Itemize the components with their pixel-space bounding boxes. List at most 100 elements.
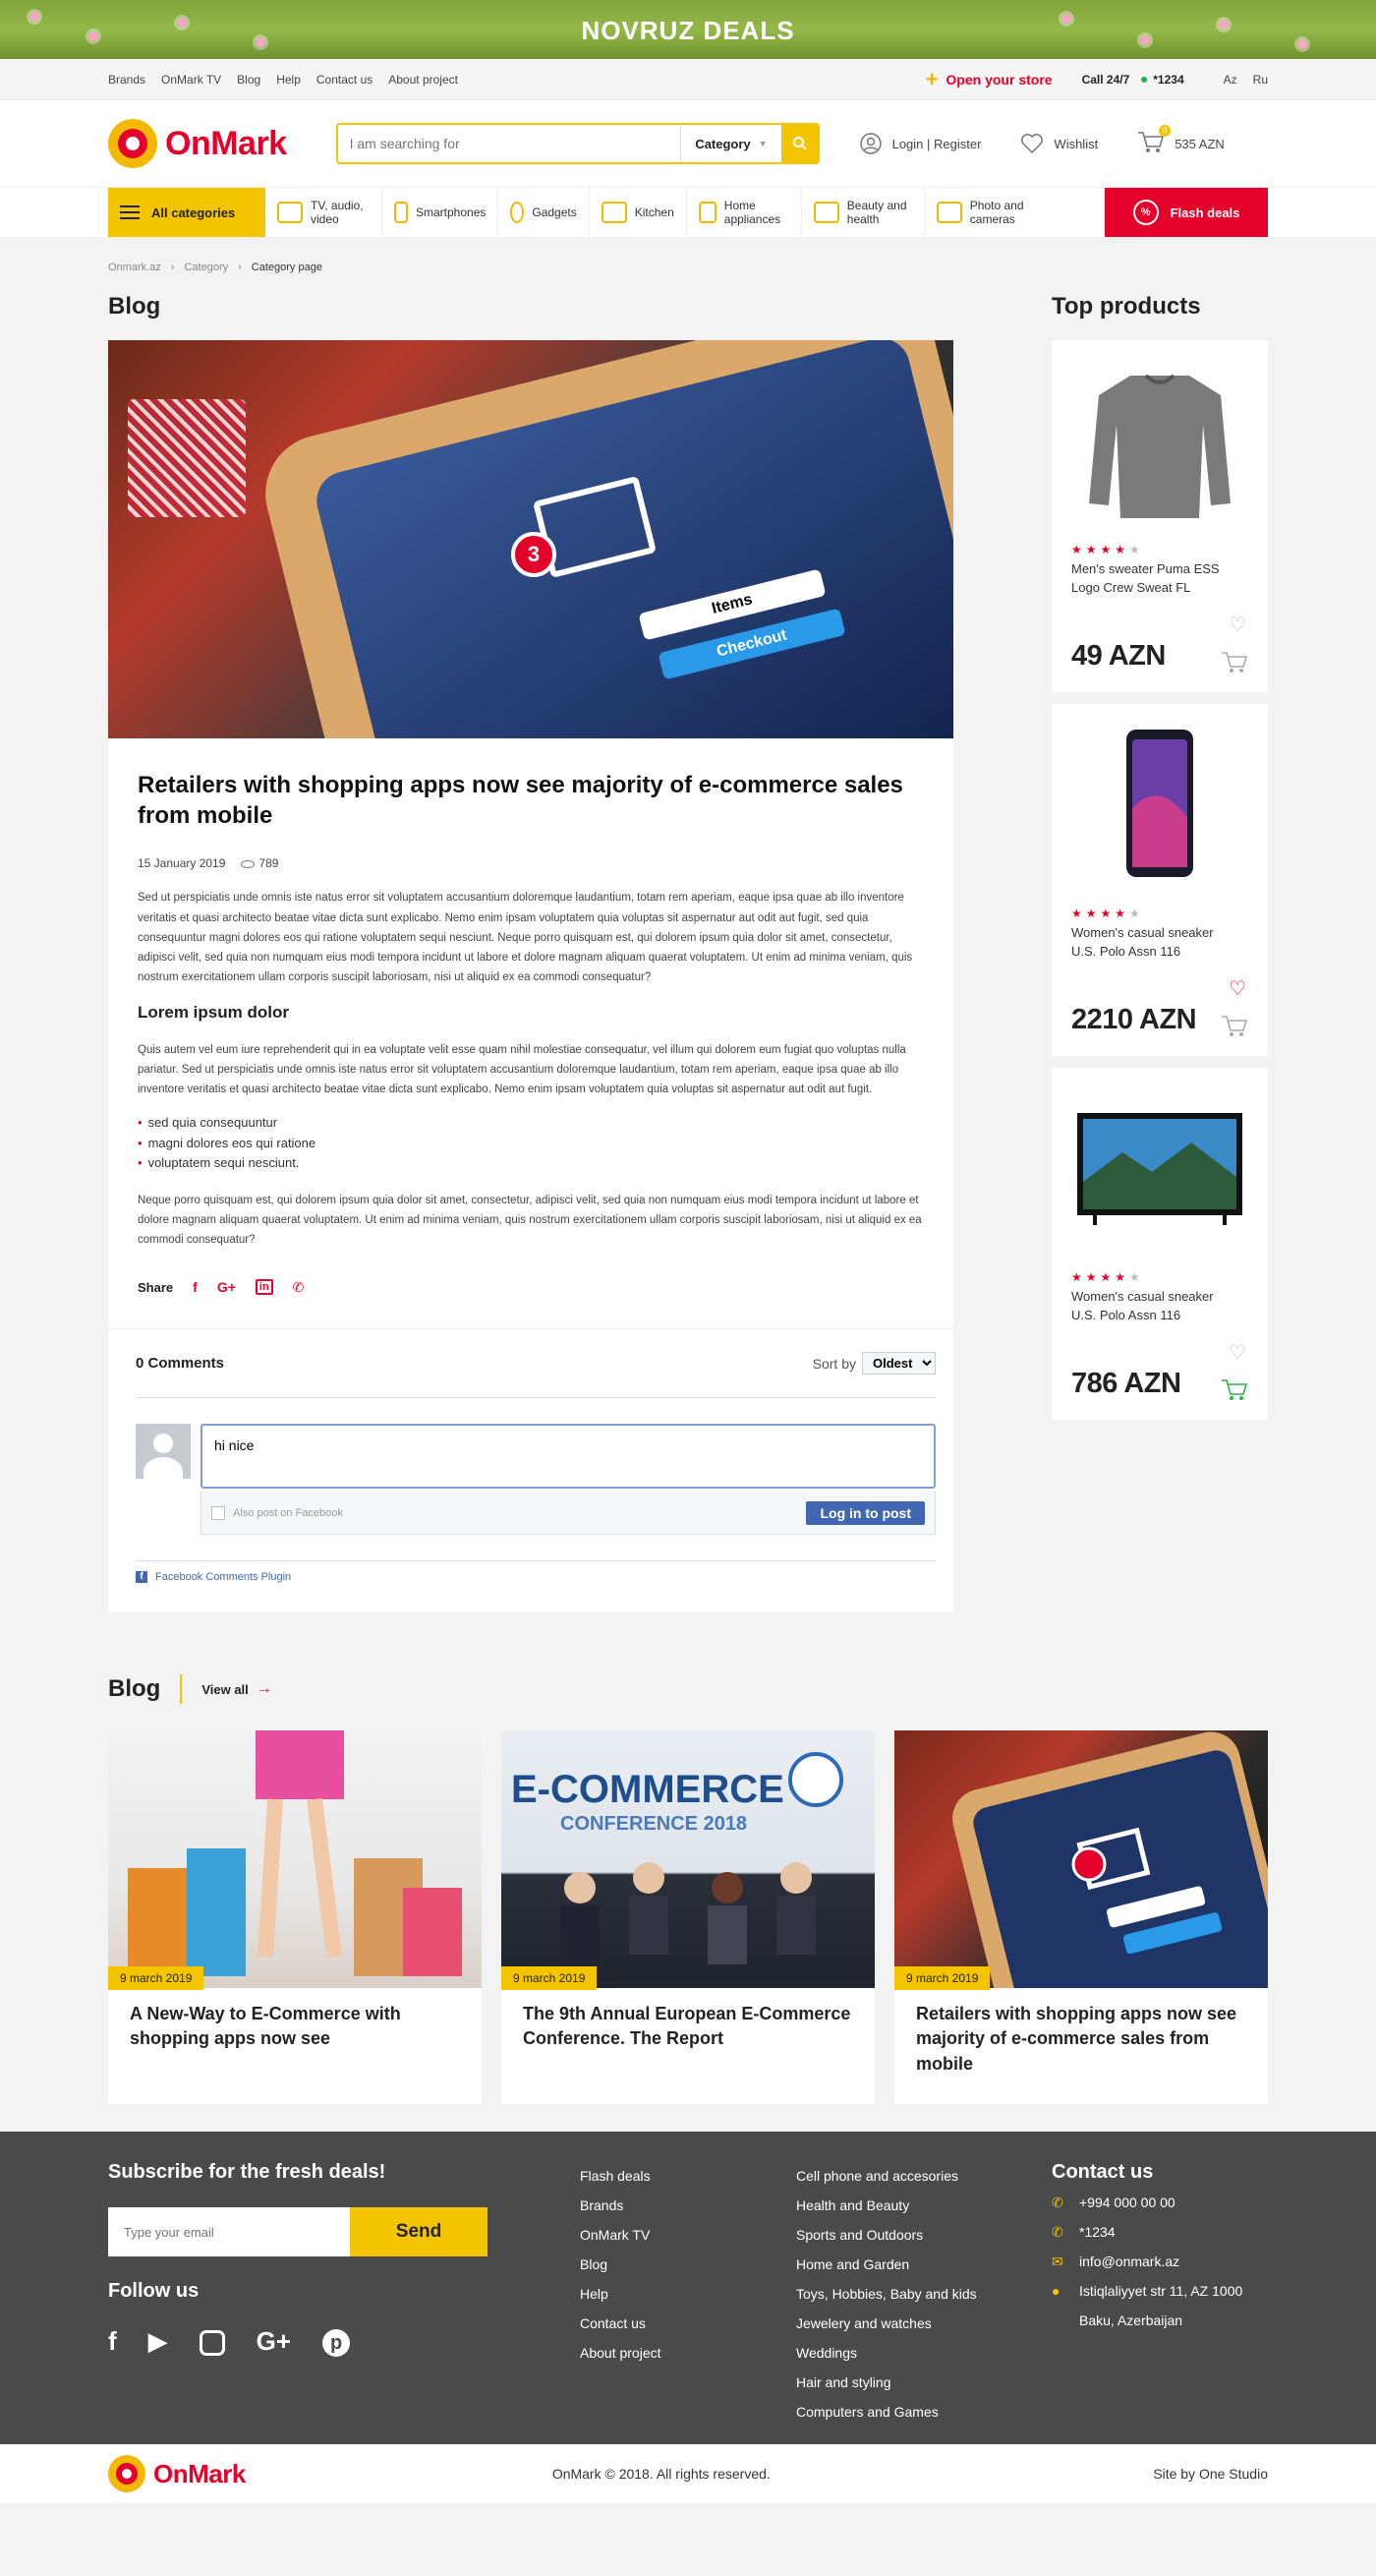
linkedin-icon[interactable]: in [255,1279,273,1296]
footer-logo[interactable]: OnMark [108,2455,246,2493]
open-store-link[interactable]: + Open your store [926,69,1053,90]
eye-icon [241,860,256,869]
footer-link[interactable]: Toys, Hobbies, Baby and kids [796,2279,1052,2309]
top-link-onmark-tv[interactable]: OnMark TV [161,73,221,87]
footer-link[interactable]: Hair and styling [796,2368,1052,2397]
blog-card[interactable]: E-COMMERCE CONFERENCE 2018 9 march 2019 … [501,1730,875,2105]
product-name[interactable]: Women's casual sneaker U.S. Polo Assn 11… [1071,924,1238,962]
top-link-blog[interactable]: Blog [237,73,260,87]
footer-link[interactable]: Computers and Games [796,2397,1052,2427]
footer-link[interactable]: Cell phone and accesories [796,2161,1052,2191]
view-all-link[interactable]: View all → [201,1680,271,1698]
comment-input[interactable]: hi nice [201,1424,936,1490]
top-products-column: Top products ★★★★★ Men's sweater Puma ES… [1052,293,1268,1612]
category-dropdown[interactable]: Category ▼ [680,125,780,162]
footer-link[interactable]: Help [580,2279,796,2309]
youtube-icon[interactable]: ▶ [148,2326,168,2357]
category-smartphones[interactable]: Smartphones [382,188,499,237]
footer-link[interactable]: Weddings [796,2338,1052,2368]
search-button[interactable] [780,125,819,162]
category-home-appliances[interactable]: Home appliances [687,188,802,237]
breadcrumb-category[interactable]: Category [184,262,228,293]
footer-link[interactable]: Sports and Outdoors [796,2220,1052,2250]
category-label: Beauty and health [846,198,907,226]
logo[interactable]: OnMark [108,119,287,168]
phone-shopping-image [952,1731,1268,1989]
facebook-icon[interactable]: f [108,2326,117,2357]
blog-card-title[interactable]: The 9th Annual European E-Commerce Confe… [501,1988,875,2051]
footer-link[interactable]: Flash deals [580,2161,796,2191]
lang-ru[interactable]: Ru [1253,73,1268,87]
footer-link[interactable]: Jewelery and watches [796,2309,1052,2338]
whatsapp-icon[interactable]: ✆ [293,1279,305,1296]
contact-short-number[interactable]: ✆ *1234 [1052,2217,1242,2247]
product-name[interactable]: Men's sweater Puma ESS Logo Crew Sweat F… [1071,560,1238,598]
send-button[interactable]: Send [350,2207,487,2257]
google-plus-icon[interactable]: G+ [217,1279,236,1295]
instagram-icon[interactable] [199,2330,225,2357]
cart-link[interactable]: 0 535 AZN [1137,124,1225,157]
top-link-about[interactable]: About project [388,73,458,87]
top-phone[interactable]: *1234 [1153,73,1183,87]
sort-select[interactable]: Oldest [862,1352,936,1376]
product-card[interactable]: ★★★★★ Men's sweater Puma ESS Logo Crew S… [1052,340,1268,692]
all-categories-button[interactable]: All categories [108,188,265,237]
footer-link[interactable]: Home and Garden [796,2250,1052,2279]
location-pin-icon: ● [1052,2283,1061,2300]
top-link-contact[interactable]: Contact us [316,73,373,87]
footer-links-col1: Flash deals Brands OnMark TV Blog Help C… [580,2161,796,2427]
breadcrumb-home[interactable]: Onmark.az [108,262,161,293]
hero-badge: 3 [511,532,556,577]
blog-card-date: 9 march 2019 [894,1966,991,1991]
wishlist-heart-icon[interactable]: ♡ [1229,976,1246,1001]
blog-card[interactable]: 9 march 2019 A New-Way to E-Commerce wit… [108,1730,482,2105]
category-kitchen[interactable]: Kitchen [590,188,687,237]
blog-card-title[interactable]: A New-Way to E-Commerce with shopping ap… [108,1988,482,2051]
category-beauty-health[interactable]: Beauty and health [802,188,925,237]
log-in-to-post-button[interactable]: Log in to post [806,1500,925,1525]
lang-az[interactable]: Az [1224,73,1237,87]
also-post-checkbox[interactable]: Also post on Facebook [211,1505,343,1520]
blog-card[interactable]: 9 march 2019 Retailers with shopping app… [894,1730,1268,2105]
footer-link[interactable]: Blog [580,2250,796,2279]
add-to-cart-icon[interactable] [1221,1015,1250,1038]
promo-banner[interactable]: NOVRUZ DEALS [0,0,1376,59]
category-tv-audio-video[interactable]: TV, audio, video [265,188,382,237]
add-to-cart-icon[interactable] [1221,651,1250,674]
login-link[interactable]: Login | Register [859,132,981,155]
phone-image [1126,730,1193,877]
top-link-brands[interactable]: Brands [108,73,145,87]
facebook-plugin-link[interactable]: f Facebook Comments Plugin [136,1560,936,1584]
blog-card-title[interactable]: Retailers with shopping apps now see maj… [894,1988,1268,2077]
category-gadgets[interactable]: Gadgets [498,188,590,237]
sweater-image [1089,374,1231,518]
product-card[interactable]: ★★★★★ Women's casual sneaker U.S. Polo A… [1052,1068,1268,1420]
camera-icon [936,202,962,223]
contact-phone[interactable]: ✆ +994 000 00 00 [1052,2188,1242,2217]
top-link-help[interactable]: Help [276,73,301,87]
pinterest-icon[interactable]: p [322,2329,351,2358]
wishlist-heart-icon[interactable]: ♡ [1229,613,1246,637]
views-count: 789 [258,856,279,871]
product-name[interactable]: Women's casual sneaker U.S. Polo Assn 11… [1071,1288,1238,1325]
search-input[interactable] [337,126,681,161]
email-field[interactable] [108,2207,350,2257]
site-credit[interactable]: Site by One Studio [1153,2466,1268,2482]
flash-deals-button[interactable]: % Flash deals [1105,188,1268,237]
wishlist-heart-icon[interactable]: ♡ [1229,1340,1246,1365]
footer-link[interactable]: Brands [580,2191,796,2220]
footer-link[interactable]: About project [580,2338,796,2368]
facebook-icon[interactable]: f [193,1279,198,1295]
category-dropdown-label: Category [695,136,751,151]
category-photo-cameras[interactable]: Photo and cameras [925,188,1051,237]
add-to-cart-icon[interactable] [1221,1378,1250,1402]
footer-link[interactable]: Contact us [580,2309,796,2338]
footer-link[interactable]: Health and Beauty [796,2191,1052,2220]
footer-link[interactable]: OnMark TV [580,2220,796,2250]
wishlist-link[interactable]: Wishlist [1020,133,1098,154]
contact-email[interactable]: ✉ info@onmark.az [1052,2247,1242,2276]
breadcrumb: Onmark.az › Category › Category page [108,238,1268,293]
rating-stars: ★★★★★ [1071,1270,1144,1284]
google-plus-icon[interactable]: G+ [257,2326,291,2357]
product-card[interactable]: ★★★★★ Women's casual sneaker U.S. Polo A… [1052,704,1268,1056]
